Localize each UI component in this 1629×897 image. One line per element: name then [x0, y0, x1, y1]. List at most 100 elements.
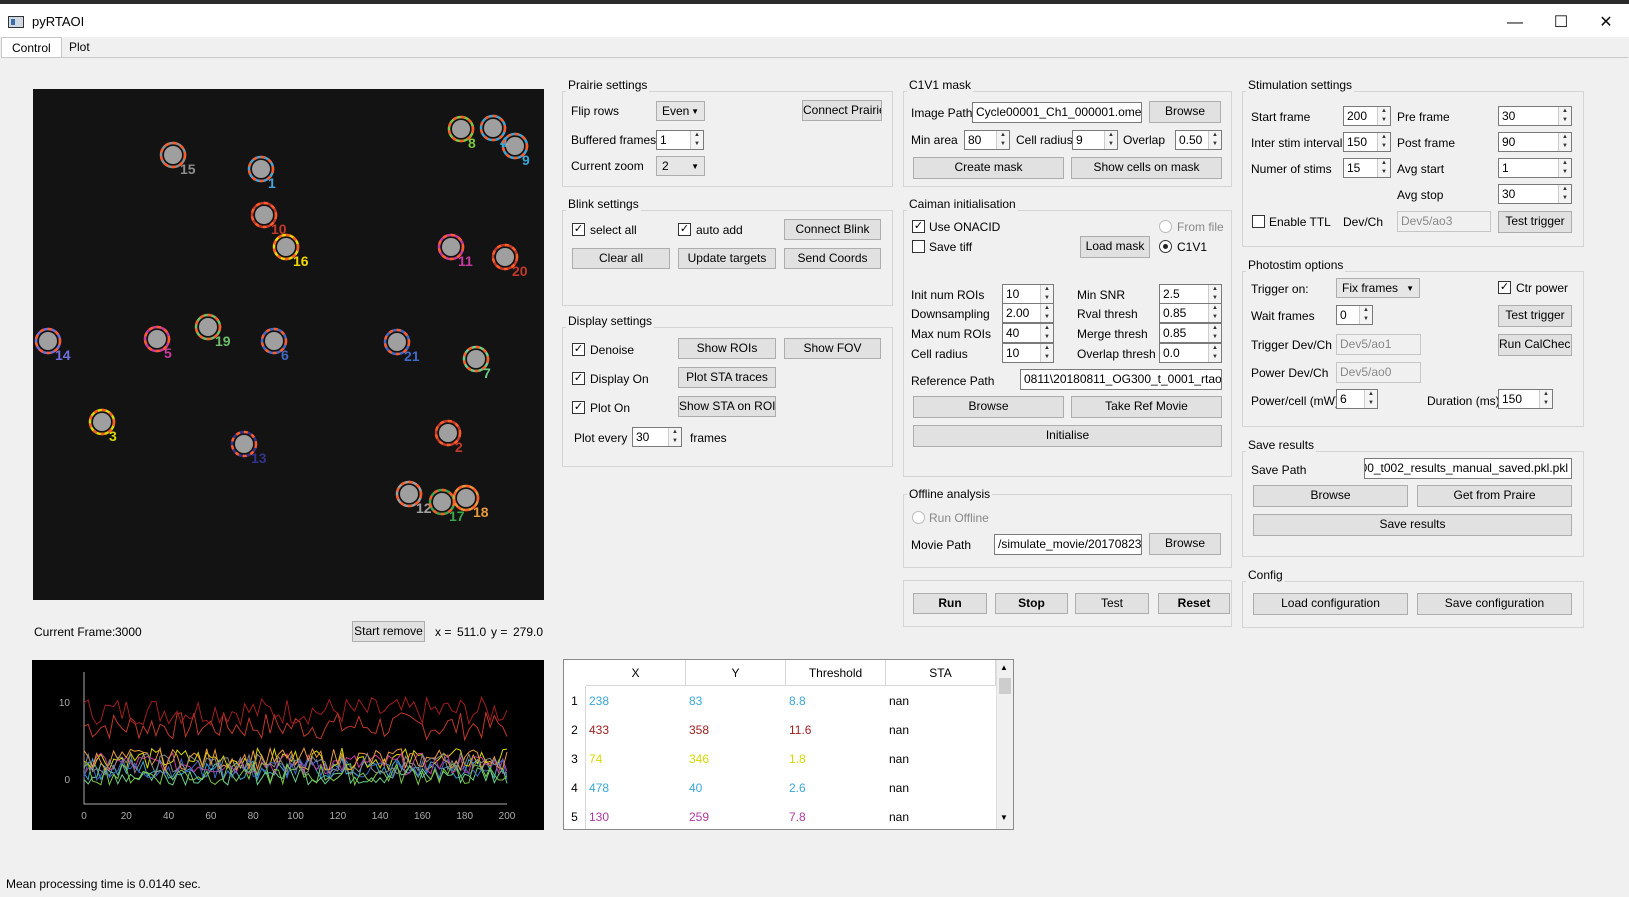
reference-path-input[interactable]: 0811\20180811_OG300_t_0001_rtaoi.tif [1020, 369, 1222, 390]
overlap-thresh-spinbox[interactable]: 0.0 ▲ ▼ [1159, 343, 1222, 363]
min-snr-spinbox[interactable]: 2.5 ▲ ▼ [1159, 284, 1222, 304]
test-button[interactable]: Test [1075, 593, 1149, 614]
movie-path-input[interactable]: /simulate_movie/20170823.tif [994, 534, 1142, 555]
reset-button[interactable]: Reset [1158, 593, 1230, 614]
display-on-checkbox[interactable]: ✓ [572, 372, 585, 385]
row-header[interactable]: 5 [564, 802, 586, 829]
use-onacid-checkbox[interactable]: ✓ [912, 220, 925, 233]
current-zoom-select[interactable]: 2 [656, 156, 705, 176]
tab-plot[interactable]: Plot [59, 37, 100, 58]
plot-sta-traces-button[interactable]: Plot STA traces [678, 367, 776, 388]
power-per-cell-spinbox[interactable]: 6 ▲ ▼ [1336, 389, 1378, 409]
maximize-button[interactable]: ☐ [1538, 8, 1584, 38]
power-devch-input[interactable]: Dev5/ao0 [1336, 362, 1421, 383]
connect-blink-button[interactable]: Connect Blink [784, 219, 881, 240]
load-mask-button[interactable]: Load mask [1080, 236, 1150, 258]
save-configuration-button[interactable]: Save configuration [1417, 593, 1572, 615]
tab-control[interactable]: Control [1, 37, 62, 58]
table-cell[interactable]: 358 [686, 715, 786, 745]
roi-marker-6[interactable]: 6 [260, 327, 289, 363]
post-frame-spinbox[interactable]: 90 ▲ ▼ [1498, 132, 1572, 152]
table-cell[interactable]: 238 [586, 686, 686, 716]
table-cell[interactable]: nan [886, 715, 986, 745]
num-stims-spinbox[interactable]: 15 ▲ ▼ [1343, 158, 1391, 178]
initialise-button[interactable]: Initialise [913, 425, 1222, 447]
row-header[interactable]: 1 [564, 686, 586, 716]
max-num-rois-spinbox[interactable]: 40 ▲ ▼ [1002, 323, 1054, 343]
caiman-browse-button[interactable]: Browse [913, 396, 1064, 418]
min-area-spinbox[interactable]: 80 ▲ ▼ [964, 130, 1010, 150]
save-tiff-checkbox[interactable] [912, 240, 925, 253]
trigger-devch-input[interactable]: Dev5/ao1 [1336, 334, 1421, 355]
roi-marker-13[interactable]: 13 [230, 430, 267, 466]
downsampling-spinbox[interactable]: 2.00 ▲ ▼ [1002, 303, 1054, 323]
minimize-button[interactable]: — [1492, 8, 1538, 38]
buffered-frames-spinbox[interactable]: 1 ▲ ▼ [656, 130, 704, 150]
avg-stop-spinbox[interactable]: 30 ▲ ▼ [1498, 184, 1572, 204]
table-cell[interactable]: 74 [586, 744, 686, 774]
stop-button[interactable]: Stop [995, 593, 1068, 614]
avg-start-spinbox[interactable]: 1 ▲ ▼ [1498, 158, 1572, 178]
run-calcheck-button[interactable]: Run CalCheck [1498, 334, 1572, 356]
show-sta-on-rois-button[interactable]: Show STA on ROIs [678, 396, 776, 417]
roi-marker-15[interactable]: 15 [159, 141, 196, 177]
save-results-button[interactable]: Save results [1253, 514, 1572, 536]
roi-marker-2[interactable]: 2 [434, 419, 463, 455]
ctr-power-checkbox[interactable]: ✓ [1498, 281, 1511, 294]
col-header-x[interactable]: X [586, 660, 686, 686]
roi-marker-16[interactable]: 16 [272, 233, 309, 269]
plot-on-checkbox[interactable]: ✓ [572, 401, 585, 414]
duration-spinbox[interactable]: 150 ▲ ▼ [1498, 389, 1553, 409]
clear-all-button[interactable]: Clear all [572, 248, 670, 269]
row-header[interactable]: 4 [564, 773, 586, 803]
wait-frames-spinbox[interactable]: 0 ▲ ▼ [1336, 305, 1373, 325]
table-cell[interactable]: nan [886, 773, 986, 803]
roi-marker-8[interactable]: 8 [447, 115, 476, 151]
table-cell[interactable]: 478 [586, 773, 686, 803]
roi-marker-7[interactable]: 7 [462, 345, 491, 381]
start-frame-spinbox[interactable]: 200 ▲ ▼ [1343, 106, 1391, 126]
table-cell[interactable]: 7.8 [786, 802, 886, 829]
table-cell[interactable]: 1.8 [786, 744, 886, 774]
roi-marker-1[interactable]: 1 [247, 155, 276, 191]
roi-marker-5[interactable]: 5 [143, 325, 172, 361]
image-path-input[interactable]: Cycle00001_Ch1_000001.ome.tif [972, 102, 1142, 123]
roi-marker-11[interactable]: 11 [437, 233, 473, 269]
connect-prairie-button[interactable]: Connect Prairie [802, 100, 882, 121]
create-mask-button[interactable]: Create mask [913, 157, 1064, 179]
plot-every-spinbox[interactable]: 30 ▲ ▼ [632, 427, 682, 447]
table-cell[interactable]: 433 [586, 715, 686, 745]
c1v1-browse-button[interactable]: Browse [1149, 101, 1221, 123]
roi-marker-12[interactable]: 12 [395, 480, 432, 516]
save-path-input[interactable]: OG300_t002_results_manual_saved.pkl.pkl [1364, 458, 1572, 479]
start-remove-button[interactable]: Start remove [352, 621, 425, 642]
denoise-checkbox[interactable]: ✓ [572, 343, 585, 356]
table-cell[interactable]: 83 [686, 686, 786, 716]
take-ref-movie-button[interactable]: Take Ref Movie [1071, 396, 1222, 418]
enable-ttl-checkbox[interactable] [1252, 215, 1265, 228]
show-cells-on-mask-button[interactable]: Show cells on mask [1071, 157, 1222, 179]
table-cell[interactable]: 259 [686, 802, 786, 829]
stim-test-trigger-button[interactable]: Test trigger [1498, 211, 1572, 233]
flip-rows-select[interactable]: Even [656, 101, 705, 121]
get-from-praire-button[interactable]: Get from Praire [1417, 485, 1572, 507]
rval-thresh-spinbox[interactable]: 0.85 ▲ ▼ [1159, 303, 1222, 323]
init-num-rois-spinbox[interactable]: 10 ▲ ▼ [1002, 284, 1054, 304]
table-cell[interactable]: 11.6 [786, 715, 886, 745]
run-button[interactable]: Run [913, 593, 987, 614]
trigger-on-select[interactable]: Fix frames [1336, 278, 1420, 298]
table-cell[interactable]: 8.8 [786, 686, 886, 716]
table-scrollbar[interactable]: ▲ ▼ [996, 660, 1013, 829]
c1v1-cell-radius-spinbox[interactable]: 9 ▲ ▼ [1072, 130, 1118, 150]
col-header-sta[interactable]: STA [886, 660, 996, 686]
trace-plot[interactable]: 10 0 0 20 40 60 80 100 120 140 160 180 200 [32, 660, 544, 830]
roi-table[interactable]: X Y Threshold STA 1 238 83 8.8 nan 2 433 358 11.… [563, 659, 1014, 830]
auto-add-checkbox[interactable]: ✓ [678, 223, 691, 236]
table-cell[interactable]: 130 [586, 802, 686, 829]
photostim-test-trigger-button[interactable]: Test trigger [1498, 305, 1572, 327]
roi-marker-3[interactable]: 3 [88, 408, 117, 444]
show-rois-button[interactable]: Show ROIs [678, 338, 776, 359]
scroll-up-icon[interactable]: ▲ [1000, 663, 1008, 672]
table-cell[interactable]: 2.6 [786, 773, 886, 803]
image-view[interactable]: 15 1 10 16 8 4 9 11 20 14 5 19 6 21 7 3 2 13 12 17 18 [33, 89, 544, 600]
